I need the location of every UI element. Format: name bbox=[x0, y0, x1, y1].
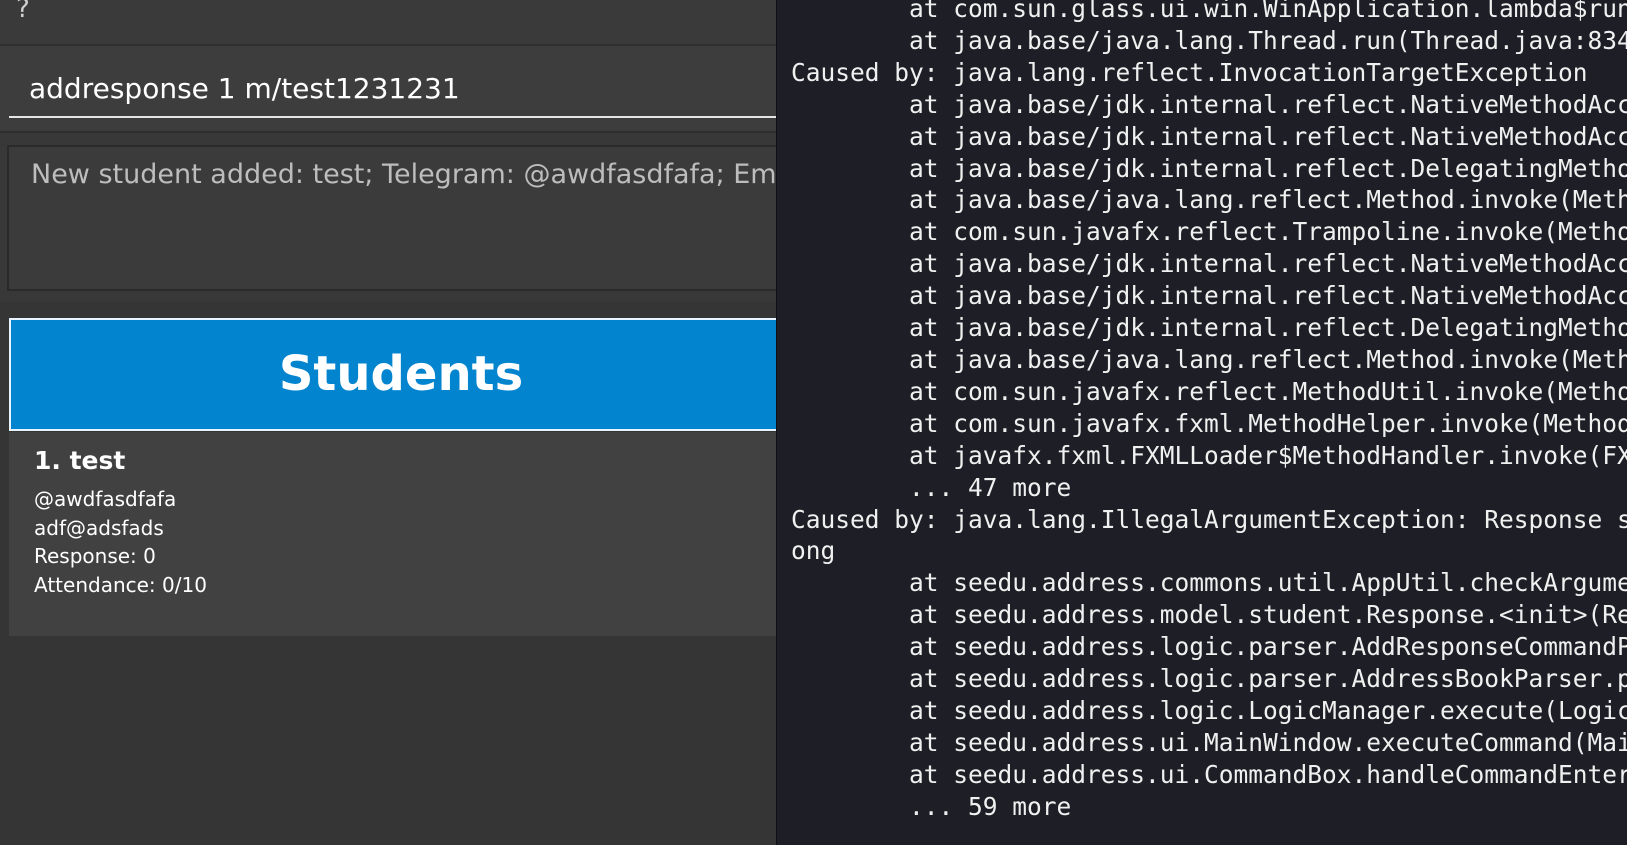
console-line: at seedu.address.model.student.Response.… bbox=[909, 600, 1627, 630]
console-line: ... 47 more bbox=[791, 472, 1072, 502]
students-header: Students bbox=[9, 318, 806, 431]
console-line: at java.base/java.lang.Thread.run(Thread… bbox=[791, 25, 1627, 55]
console-line: at seedu.address.logic.parser.AddressBoo… bbox=[909, 664, 1627, 694]
console-line: at com.sun.glass.ui.win.WinApplication.l… bbox=[909, 0, 1627, 23]
command-box bbox=[0, 46, 806, 130]
console-line: at java.base/jdk.internal.reflect.Native… bbox=[909, 281, 1627, 311]
console-line: at seedu.address.logic.parser.AddRespons… bbox=[909, 632, 1627, 662]
console-line: Caused by: java.lang.IllegalArgumentExce… bbox=[791, 504, 1627, 534]
student-telegram: @awdfasdfafa bbox=[34, 487, 177, 511]
console-line: at java.base/jdk.internal.reflect.Delega… bbox=[909, 153, 1627, 183]
console-line: at java.base/jdk.internal.reflect.Native… bbox=[909, 121, 1627, 151]
terminal-window[interactable]: at com.sun.glass.ui.win.WinApplication.l… bbox=[776, 0, 1627, 845]
console-line: at seedu.address.logic.LogicManager.exec… bbox=[909, 695, 1627, 725]
console-line: at java.base/java.lang.reflect.Method.in… bbox=[909, 344, 1627, 374]
student-name: 1. test bbox=[34, 446, 126, 475]
console-line: at seedu.address.commons.util.AppUtil.ch… bbox=[909, 568, 1627, 598]
students-title: Students bbox=[278, 346, 524, 402]
console-line: Caused by: java.lang.reflect.InvocationT… bbox=[791, 57, 1588, 87]
console-line: at java.base/jdk.internal.reflect.Native… bbox=[909, 249, 1627, 279]
student-attendance: Attendance: 0/10 bbox=[34, 573, 207, 597]
stack-trace-output: at com.sun.glass.ui.win.WinApplication.l… bbox=[791, 0, 1627, 823]
console-line: at com.sun.javafx.reflect.Trampoline.inv… bbox=[909, 217, 1627, 247]
console-line: at seedu.address.ui.MainWindow.executeCo… bbox=[909, 727, 1627, 757]
console-line: at com.sun.javafx.reflect.MethodUtil.inv… bbox=[909, 376, 1627, 406]
command-input[interactable] bbox=[9, 60, 806, 118]
console-line: ... 59 more bbox=[791, 791, 1072, 821]
console-line: at java.base/jdk.internal.reflect.Native… bbox=[909, 89, 1627, 119]
result-display: New student added: test; Telegram: @awdf… bbox=[7, 145, 806, 291]
student-list-panel: Students 1. test @awdfasdfafa adf@adsfad… bbox=[0, 302, 806, 845]
console-line: at javafx.fxml.FXMLLoader$MethodHandler.… bbox=[909, 440, 1627, 470]
student-response: Response: 0 bbox=[34, 544, 156, 568]
main-window: ? New student added: test; Telegram: @aw… bbox=[0, 0, 806, 845]
console-line: at java.base/java.lang.reflect.Method.in… bbox=[909, 185, 1627, 215]
console-line: at java.base/jdk.internal.reflect.Delega… bbox=[909, 313, 1627, 343]
menu-bar: ? bbox=[0, 0, 806, 46]
console-line: at com.sun.javafx.fxml.MethodHelper.invo… bbox=[909, 408, 1627, 438]
student-email: adf@adsfads bbox=[34, 516, 164, 540]
result-display-panel: New student added: test; Telegram: @awdf… bbox=[0, 131, 806, 303]
console-line: at seedu.address.ui.CommandBox.handleCom… bbox=[909, 759, 1627, 789]
student-card[interactable]: 1. test @awdfasdfafa adf@adsfads Respons… bbox=[9, 432, 806, 636]
console-line: ong bbox=[791, 536, 836, 566]
menu-help[interactable]: ? bbox=[16, 0, 30, 24]
